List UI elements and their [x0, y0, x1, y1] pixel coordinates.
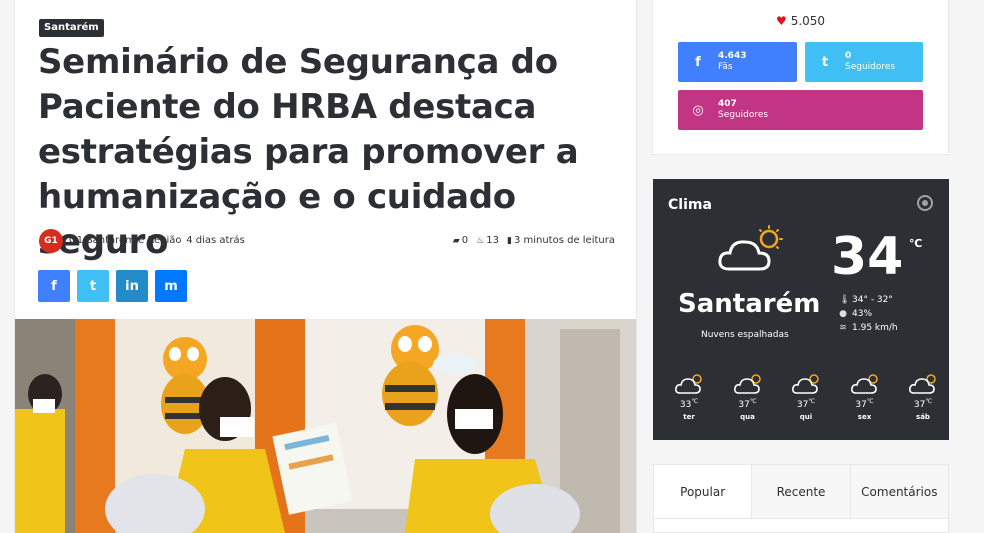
wind-value: 1.95 km/h: [852, 323, 898, 333]
share-linkedin-button[interactable]: in: [116, 270, 148, 302]
forecast-day-name: qua: [740, 413, 755, 421]
linkedin-icon: in: [125, 278, 139, 294]
share-messenger-button[interactable]: m: [155, 270, 187, 302]
tab-popular[interactable]: Popular: [654, 465, 753, 518]
twitter-label: Seguidores: [845, 62, 896, 72]
facebook-fans-button[interactable]: f 4.643 Fãs: [678, 42, 797, 82]
forecast-day-name: ter: [683, 413, 695, 421]
forecast-temp: 33: [679, 400, 692, 410]
bookmark-icon: ▮: [506, 235, 512, 246]
featured-image-art: [15, 319, 636, 533]
partly-cloudy-icon: [850, 374, 878, 394]
current-temperature: 34: [831, 227, 904, 287]
article-column: Santarém Seminário de Segurança do Pacie…: [14, 0, 637, 533]
forecast-temp: 37: [796, 400, 809, 410]
comments-count: 0: [461, 235, 469, 246]
facebook-icon: f: [695, 54, 701, 70]
weather-details: 🌡︎ 34° - 32° ● 43% ≋ 1.95 km/h: [839, 293, 898, 335]
partly-cloudy-icon: [792, 374, 819, 394]
forecast-day: 37℃ sex: [847, 373, 883, 421]
forecast-day-name: qui: [799, 413, 813, 421]
weather-city: Santarém: [678, 289, 821, 319]
facebook-label: Fãs: [718, 62, 733, 72]
social-counters: ♥ 5.050 f 4.643 Fãs t 0 Seguidores ◎ 407 …: [652, 0, 949, 155]
share-facebook-button[interactable]: f: [38, 270, 70, 302]
forecast-day: 33℃ ter: [671, 373, 707, 421]
partly-cloudy-icon: [675, 374, 702, 394]
author-avatar[interactable]: G1: [39, 229, 63, 253]
instagram-label: Seguidores: [718, 110, 769, 120]
forecast-day: 37℃ qua: [730, 373, 766, 421]
author-name[interactable]: G1 Santarém e Região: [69, 235, 181, 246]
twitter-count: 0: [845, 51, 852, 61]
humidity-icon: ●: [839, 309, 847, 319]
article-meta: G1 G1 Santarém e Região 4 dias atrás ▰ 0…: [39, 229, 615, 253]
likes-counter: ♥ 5.050: [653, 14, 948, 28]
forecast-day: 37℃ sáb: [905, 373, 941, 421]
twitter-icon: t: [89, 278, 97, 294]
heart-icon: ♥: [775, 14, 787, 28]
instagram-icon: ◎: [692, 102, 704, 118]
tab-comments[interactable]: Comentários: [850, 465, 948, 518]
facebook-icon: f: [51, 278, 57, 294]
share-buttons: f t in m: [38, 270, 187, 302]
partly-cloudy-icon: [718, 225, 783, 271]
instagram-count: 407: [718, 99, 737, 109]
twitter-icon: t: [821, 54, 829, 70]
read-time: 3 minutos de leitura: [513, 235, 615, 246]
article-stats: ▰ 0 ♨ 13 ▮ 3 minutos de leitura: [453, 235, 615, 246]
comment-icon: ▰: [452, 235, 460, 246]
likes-count: 5.050: [790, 14, 826, 28]
page: Santarém Seminário de Segurança do Pacie…: [0, 0, 984, 533]
forecast-day-name: sex: [857, 413, 872, 421]
twitter-followers-button[interactable]: t 0 Seguidores: [805, 42, 923, 82]
flame-icon: ♨: [476, 235, 485, 246]
partly-cloudy-icon: [733, 374, 761, 394]
thermometer-icon: 🌡︎: [839, 295, 851, 305]
forecast-unit: ℃: [808, 398, 816, 405]
partly-cloudy-icon: [909, 374, 936, 394]
location-icon[interactable]: [917, 195, 933, 211]
read-time-stat: ▮ 3 minutos de leitura: [507, 235, 615, 246]
views-stat: ♨ 13: [476, 235, 499, 246]
publish-date: 4 dias atrás: [179, 235, 245, 246]
messenger-icon: m: [164, 278, 178, 294]
instagram-followers-button[interactable]: ◎ 407 Seguidores: [678, 90, 923, 130]
weather-forecast: 33℃ ter 37℃ qua 37℃ qui 37℃ sex 37℃ sáb: [671, 373, 941, 421]
forecast-unit: ℃: [691, 398, 699, 405]
weather-description: Nuvens espalhadas: [701, 330, 789, 340]
share-twitter-button[interactable]: t: [77, 270, 109, 302]
forecast-unit: ℃: [925, 398, 933, 405]
temperature-unit: ℃: [909, 237, 923, 250]
posts-tabs-widget: Popular Recente Comentários: [653, 464, 949, 533]
humidity-value: 43%: [852, 309, 873, 319]
weather-widget: Clima 34 ℃ Santarém Nuvens espalhadas 🌡︎…: [653, 179, 949, 440]
forecast-temp: 37: [738, 400, 750, 410]
forecast-day: 37℃ qui: [788, 373, 824, 421]
temperature-range: 34° - 32°: [852, 295, 893, 305]
forecast-day-name: sáb: [916, 413, 930, 421]
forecast-unit: ℃: [866, 398, 874, 405]
category-badge[interactable]: Santarém: [39, 19, 104, 37]
views-count: 13: [486, 235, 499, 246]
forecast-temp: 37: [913, 400, 926, 410]
weather-title: Clima: [668, 197, 712, 213]
facebook-count: 4.643: [718, 51, 747, 61]
wind-icon: ≋: [839, 323, 847, 333]
comments-stat[interactable]: ▰ 0: [453, 235, 468, 246]
forecast-temp: 37: [855, 400, 867, 410]
forecast-unit: ℃: [749, 398, 757, 405]
featured-image: [15, 319, 636, 533]
tab-recent[interactable]: Recente: [752, 465, 851, 518]
